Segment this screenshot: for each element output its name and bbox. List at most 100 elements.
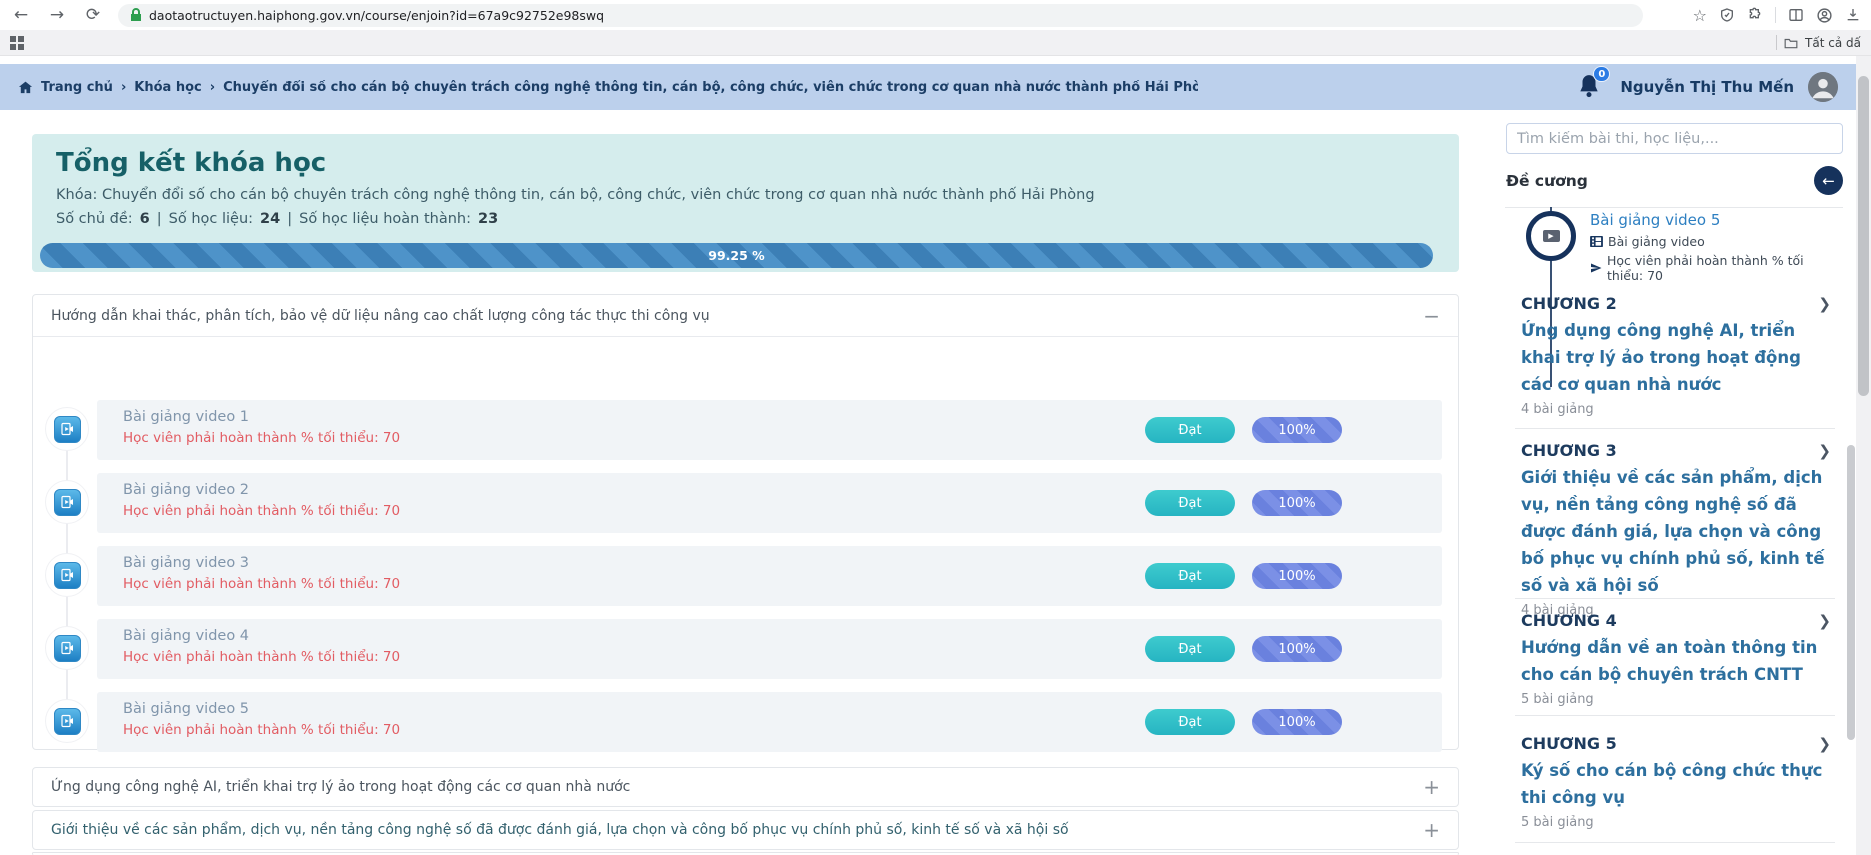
chapter-header[interactable]: CHƯƠNG 4 ❯ <box>1521 611 1831 630</box>
summary-course-line: Khóa: Chuyển đổi số cho cán bộ chuyên tr… <box>56 187 1435 203</box>
divider <box>1515 428 1835 429</box>
toolbar-separator <box>1775 7 1776 23</box>
video-lesson-icon <box>45 407 89 451</box>
completed-label: Số học liệu hoàn thành: <box>299 211 471 227</box>
chapter-title[interactable]: Ký số cho cán bộ công chức thực thi công… <box>1521 757 1831 811</box>
extensions-icon[interactable] <box>1747 7 1763 23</box>
section-2-title: Ứng dụng công nghệ AI, triển khai trợ lý… <box>51 779 630 795</box>
current-lesson-title[interactable]: Bài giảng video 5 <box>1590 211 1840 229</box>
search-input[interactable] <box>1506 123 1843 154</box>
stats-separator: | <box>287 211 292 227</box>
bookmark-star-icon[interactable]: ☆ <box>1693 6 1707 25</box>
course-outline-sidebar: Đề cương ← ▶ Bài giảng video 5 Bài giảng… <box>1505 110 1855 855</box>
progress-badge: 100% <box>1252 636 1342 662</box>
breadcrumb-current: Chuyển đổi số cho cán bộ chuyên trách cô… <box>223 80 1198 95</box>
chapter-code: CHƯƠNG 2 <box>1521 294 1617 313</box>
forward-icon[interactable]: → <box>46 5 68 25</box>
url-bar[interactable]: daotaotructuyen.haiphong.gov.vn/course/e… <box>118 4 1643 27</box>
chapter-item: CHƯƠNG 2 ❯ Ứng dụng công nghệ AI, triển … <box>1521 294 1831 417</box>
lesson-row: Bài giảng video 4 Học viên phải hoàn thà… <box>33 619 1458 679</box>
current-lesson-requirement: Học viên phải hoàn thành % tối thiểu: 70 <box>1607 253 1840 283</box>
section-3-header[interactable]: Giới thiệu về các sản phẩm, dịch vụ, nền… <box>33 811 1458 849</box>
expand-icon[interactable]: + <box>1423 820 1440 840</box>
status-badge: Đạt <box>1145 417 1235 443</box>
status-badge: Đạt <box>1145 563 1235 589</box>
collapse-sidebar-button[interactable]: ← <box>1814 166 1843 195</box>
breadcrumb-home[interactable]: Trang chủ <box>41 80 113 95</box>
url-text: daotaotructuyen.haiphong.gov.vn/course/e… <box>149 8 604 23</box>
status-badge: Đạt <box>1145 490 1235 516</box>
avatar[interactable] <box>1808 72 1838 102</box>
chapter-header[interactable]: CHƯƠNG 3 ❯ <box>1521 441 1831 460</box>
chevron-right-icon[interactable]: ❯ <box>1818 442 1831 460</box>
current-lesson-type: Bài giảng video <box>1608 234 1705 249</box>
breadcrumb-courses[interactable]: Khóa học <box>134 80 201 95</box>
chapter-title[interactable]: Hướng dẫn về an toàn thông tin cho cán b… <box>1521 634 1831 688</box>
shield-icon[interactable] <box>1719 7 1735 23</box>
collapse-icon[interactable]: − <box>1423 306 1440 326</box>
completed-value: 23 <box>478 211 498 227</box>
chapter-header[interactable]: CHƯƠNG 2 ❯ <box>1521 294 1831 313</box>
chevron-right-icon[interactable]: ❯ <box>1818 295 1831 313</box>
materials-value: 24 <box>260 211 280 227</box>
apps-grid-icon[interactable] <box>10 36 24 50</box>
divider <box>1515 715 1835 716</box>
topics-value: 6 <box>140 211 150 227</box>
chapter-code: CHƯƠNG 4 <box>1521 611 1617 630</box>
bookmarks-separator <box>1776 35 1777 50</box>
chapter-code: CHƯƠNG 3 <box>1521 441 1617 460</box>
download-icon[interactable] <box>1845 7 1861 23</box>
progress-badge: 100% <box>1252 490 1342 516</box>
notification-badge: 0 <box>1593 66 1610 82</box>
course-summary-card: Tổng kết khóa học Khóa: Chuyển đổi số ch… <box>32 134 1459 272</box>
course-progress-bar: 99.25 % <box>40 243 1433 268</box>
lock-icon <box>130 8 142 22</box>
section-1-title: Hướng dẫn khai thác, phân tích, bảo vệ d… <box>51 308 710 324</box>
section-2-header[interactable]: Ứng dụng công nghệ AI, triển khai trợ lý… <box>33 768 1458 806</box>
status-badge: Đạt <box>1145 709 1235 735</box>
chapter-lesson-count: 5 bài giảng <box>1521 815 1831 830</box>
breadcrumb-separator-icon: › <box>121 80 126 95</box>
notifications-button[interactable]: 0 <box>1576 72 1606 102</box>
section-card-3: Giới thiệu về các sản phẩm, dịch vụ, nền… <box>32 810 1459 850</box>
expand-icon[interactable]: + <box>1423 777 1440 797</box>
current-lesson-icon[interactable]: ▶ <box>1526 211 1576 261</box>
section-3-title: Giới thiệu về các sản phẩm, dịch vụ, nền… <box>51 822 1069 838</box>
summary-stats: Số chủ đề:6 | Số học liệu:24 | Số học li… <box>56 211 1435 227</box>
status-badge: Đạt <box>1145 636 1235 662</box>
sidebar-scrollbar-thumb[interactable] <box>1847 445 1855 740</box>
home-icon[interactable] <box>18 80 33 95</box>
lesson-row: Bài giảng video 2 Học viên phải hoàn thà… <box>33 473 1458 533</box>
chevron-right-icon[interactable]: ❯ <box>1818 735 1831 753</box>
section-card-2: Ứng dụng công nghệ AI, triển khai trợ lý… <box>32 767 1459 807</box>
course-progress-value: 99.25 % <box>708 248 764 263</box>
chapter-header[interactable]: CHƯƠNG 5 ❯ <box>1521 734 1831 753</box>
section-1-header[interactable]: Hướng dẫn khai thác, phân tích, bảo vệ d… <box>33 295 1458 337</box>
lesson-list: Bài giảng video 1 Học viên phải hoàn thà… <box>33 337 1458 749</box>
chapter-lesson-count: 5 bài giảng <box>1521 692 1831 707</box>
profile-icon[interactable] <box>1816 7 1833 24</box>
video-lesson-icon <box>45 699 89 743</box>
page-scrollbar-thumb[interactable] <box>1858 76 1869 396</box>
chapter-item: CHƯƠNG 4 ❯ Hướng dẫn về an toàn thông ti… <box>1521 611 1831 707</box>
video-lesson-icon <box>45 480 89 524</box>
chevron-right-icon[interactable]: ❯ <box>1818 612 1831 630</box>
progress-badge: 100% <box>1252 709 1342 735</box>
split-view-icon[interactable] <box>1788 7 1804 23</box>
breadcrumb: Trang chủ › Khóa học › Chuyển đổi số cho… <box>18 80 1198 95</box>
chapter-title[interactable]: Giới thiệu về các sản phẩm, dịch vụ, nền… <box>1521 464 1831 599</box>
lesson-row: Bài giảng video 3 Học viên phải hoàn thà… <box>33 546 1458 606</box>
chapter-title[interactable]: Ứng dụng công nghệ AI, triển khai trợ lý… <box>1521 317 1831 398</box>
back-icon[interactable]: ← <box>10 5 32 25</box>
progress-badge: 100% <box>1252 563 1342 589</box>
back-arrow-icon: ← <box>1822 172 1835 190</box>
page-scrollbar[interactable] <box>1856 56 1871 855</box>
video-lesson-icon <box>45 553 89 597</box>
video-lesson-icon <box>45 626 89 670</box>
refresh-icon[interactable]: ⟳ <box>82 5 104 25</box>
stats-separator: | <box>157 211 162 227</box>
breadcrumb-separator-icon: › <box>210 80 215 95</box>
all-bookmarks-label[interactable]: Tất cả dấ <box>1805 36 1861 50</box>
divider <box>1515 598 1835 599</box>
user-name[interactable]: Nguyễn Thị Thu Mến <box>1620 78 1794 96</box>
